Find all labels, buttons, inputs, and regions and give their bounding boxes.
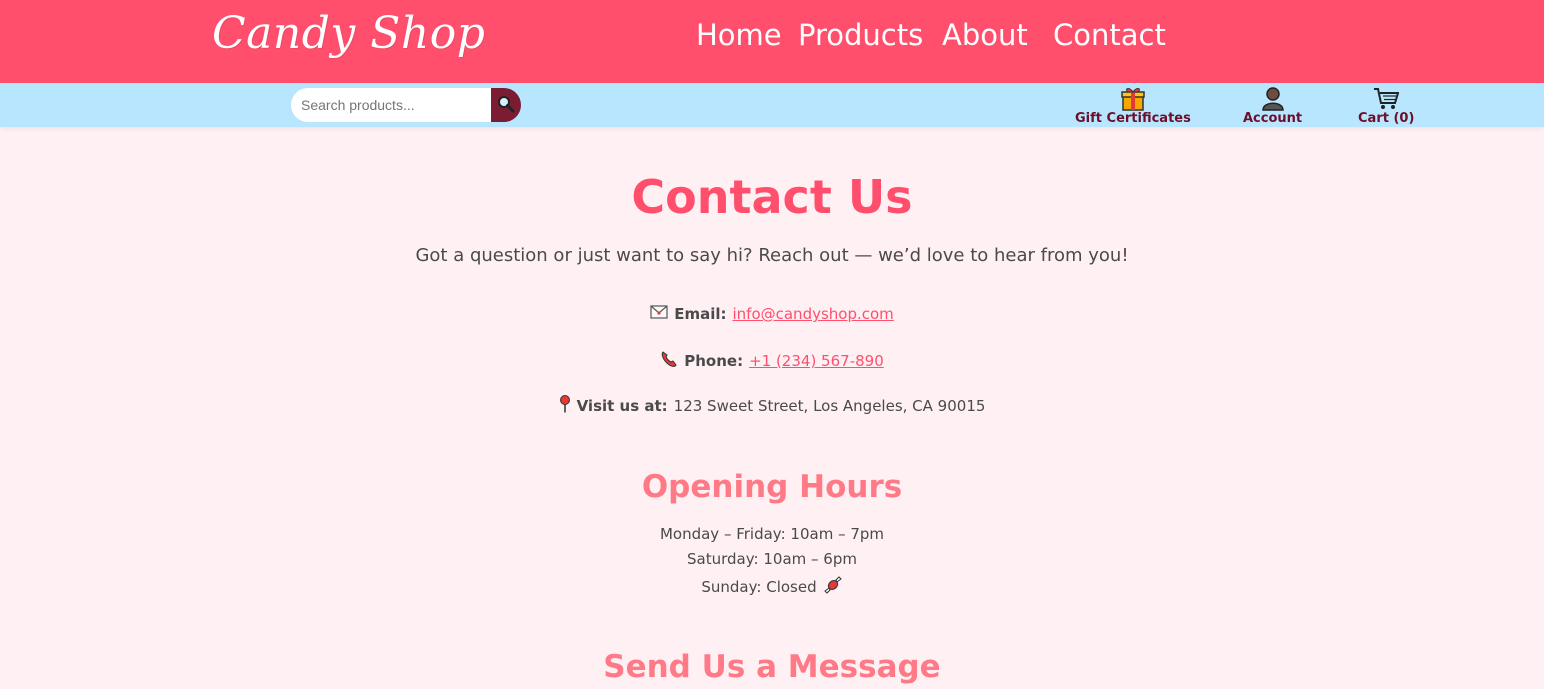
- pushpin-icon: [559, 395, 571, 417]
- email-link[interactable]: info@candyshop.com: [732, 305, 893, 323]
- nav-home-link[interactable]: Home: [696, 18, 782, 52]
- account-link[interactable]: Account: [1243, 85, 1302, 126]
- search-icon: [497, 95, 515, 116]
- email-row: Email: info@candyshop.com: [0, 305, 1544, 323]
- gift-certificates-label: Gift Certificates: [1075, 111, 1191, 126]
- address-value: 123 Sweet Street, Los Angeles, CA 90015: [673, 397, 986, 415]
- cart-label: Cart (0): [1358, 111, 1415, 126]
- search-input[interactable]: [291, 88, 491, 122]
- gift-icon: [1119, 85, 1147, 111]
- address-label: Visit us at:: [576, 397, 668, 415]
- opening-hours-heading: Opening Hours: [641, 469, 903, 505]
- cart-link[interactable]: Cart (0): [1358, 85, 1414, 126]
- hours-saturday-text: Saturday: 10am – 6pm: [687, 550, 857, 568]
- user-icon: [1259, 85, 1287, 111]
- nav-products-link[interactable]: Products: [798, 18, 923, 52]
- envelope-icon: [650, 305, 668, 323]
- nav-contact-link[interactable]: Contact: [1053, 18, 1166, 52]
- hours-saturday: Saturday: 10am – 6pm: [0, 550, 1544, 568]
- hours-sunday-text: Sunday: Closed: [701, 578, 817, 596]
- shopping-cart-icon: [1372, 85, 1400, 111]
- utility-bar: Gift Certificates Account Cart (0): [0, 83, 1544, 127]
- hours-sunday: Sunday: Closed: [0, 576, 1544, 598]
- address-row: Visit us at: 123 Sweet Street, Los Angel…: [0, 395, 1544, 417]
- search-button[interactable]: [491, 88, 521, 122]
- brand-logo[interactable]: Candy Shop: [212, 8, 485, 59]
- top-header: Candy Shop Home Products About Contact: [0, 0, 1544, 83]
- account-label: Account: [1243, 111, 1303, 126]
- phone-link[interactable]: +1 (234) 567-890: [749, 352, 884, 370]
- send-message-heading: Send Us a Message: [603, 649, 941, 685]
- hours-weekdays: Monday – Friday: 10am – 7pm: [0, 525, 1544, 543]
- search-form: [291, 88, 521, 122]
- candy-icon: [823, 576, 843, 598]
- phone-row: Phone: +1 (234) 567-890: [0, 350, 1544, 372]
- contact-intro: Got a question or just want to say hi? R…: [415, 245, 1129, 266]
- email-label: Email:: [674, 305, 727, 323]
- gift-certificates-link[interactable]: Gift Certificates: [1075, 85, 1191, 126]
- phone-label: Phone:: [684, 352, 744, 370]
- nav-about-link[interactable]: About: [942, 18, 1028, 52]
- page-title: Contact Us: [631, 170, 913, 224]
- phone-icon: [660, 350, 678, 372]
- hours-weekdays-text: Monday – Friday: 10am – 7pm: [659, 525, 885, 543]
